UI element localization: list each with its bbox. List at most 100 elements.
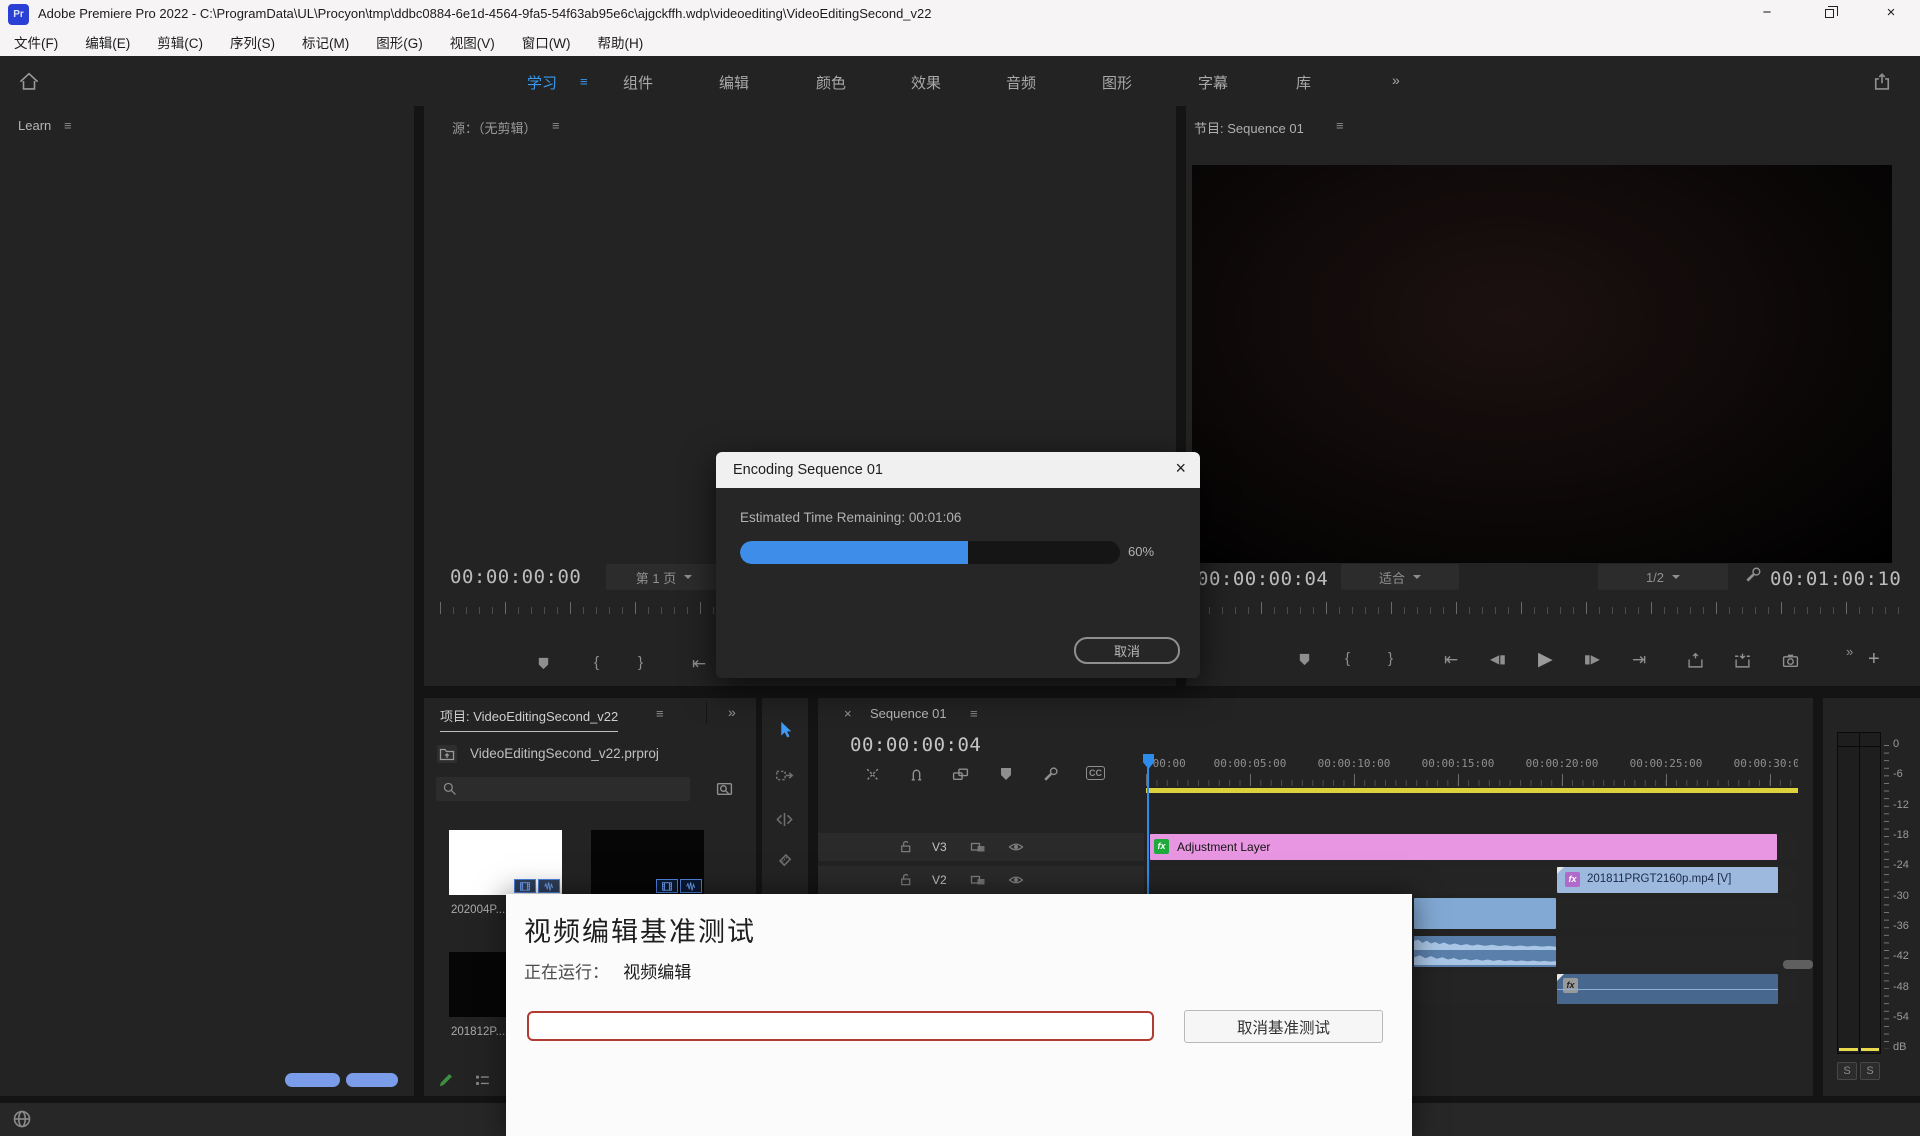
razor-tool-icon[interactable]	[775, 850, 794, 872]
workspace-tab-audio[interactable]: 音频	[1006, 72, 1036, 93]
solo-right-button[interactable]: S	[1860, 1062, 1880, 1080]
add-marker-icon[interactable]	[998, 766, 1014, 782]
step-forward-icon[interactable]: ▮▶	[1584, 652, 1600, 666]
source-go-to-in-icon[interactable]: ⇤	[692, 654, 706, 674]
encoding-cancel-button[interactable]: 取消	[1074, 637, 1180, 664]
go-to-out-icon[interactable]: ⇥	[1632, 650, 1646, 670]
project-item-label[interactable]: 201812P...	[451, 1026, 505, 1038]
solo-left-button[interactable]: S	[1837, 1062, 1857, 1080]
clip-video-v2[interactable]: fx 201811PRGT2160p.mp4 [V]	[1557, 867, 1778, 893]
workspace-tab-learn[interactable]: 学习	[527, 72, 557, 93]
program-mark-in-icon[interactable]: {	[1345, 650, 1350, 667]
captions-cc-icon[interactable]: CC	[1086, 766, 1105, 780]
program-add-marker-icon[interactable]	[1297, 652, 1312, 667]
close-button[interactable]: ×	[1868, 0, 1914, 28]
clip-audio-a2[interactable]: fx	[1557, 974, 1778, 1004]
workspace-overflow-chevron[interactable]: »	[1392, 72, 1400, 88]
lift-icon[interactable]	[1687, 652, 1704, 669]
list-view-icon[interactable]	[474, 1072, 491, 1092]
menu-graphics[interactable]: 图形(G)	[376, 32, 423, 52]
source-mark-in-icon[interactable]: {	[594, 654, 599, 671]
step-back-icon[interactable]: ◀▮	[1490, 652, 1506, 666]
timeline-settings-wrench-icon[interactable]	[1042, 766, 1059, 783]
extract-icon[interactable]	[1734, 652, 1751, 669]
transport-overflow-chevron[interactable]: »	[1846, 644, 1853, 659]
ripple-edit-tool-icon[interactable]	[775, 810, 794, 832]
navigate-up-folder-icon[interactable]	[437, 745, 457, 763]
timeline-tab-close-icon[interactable]: ×	[844, 706, 852, 721]
menu-clip[interactable]: 剪辑(C)	[157, 32, 203, 52]
benchmark-cancel-button[interactable]: 取消基准测试	[1184, 1010, 1383, 1043]
track-output-icon[interactable]	[970, 839, 986, 855]
home-icon[interactable]	[18, 70, 40, 92]
timeline-tab[interactable]: Sequence 01	[870, 706, 947, 721]
track-lock-icon[interactable]	[898, 872, 913, 887]
menu-sequence[interactable]: 序列(S)	[230, 32, 275, 52]
menu-view[interactable]: 视图(V)	[450, 32, 495, 52]
clip-adjustment-layer[interactable]: fx Adjustment Layer	[1150, 834, 1777, 860]
project-search-input[interactable]	[436, 777, 690, 801]
workspace-tab-graphics[interactable]: 图形	[1102, 72, 1132, 93]
pen-edit-icon[interactable]	[437, 1071, 455, 1092]
program-resolution-select[interactable]: 1/2	[1598, 564, 1728, 590]
menu-file[interactable]: 文件(F)	[14, 32, 58, 52]
track-lock-icon[interactable]	[898, 839, 913, 854]
snap-magnet-icon[interactable]	[908, 766, 925, 783]
menu-help[interactable]: 帮助(H)	[597, 32, 643, 52]
source-timecode[interactable]: 00:00:00:00	[450, 566, 581, 588]
track-output-icon[interactable]	[970, 872, 986, 888]
source-mark-out-icon[interactable]: }	[638, 654, 643, 671]
program-zoom-select[interactable]: 适合	[1341, 564, 1459, 590]
menu-edit[interactable]: 编辑(E)	[85, 32, 130, 52]
learn-nav-button-next[interactable]	[346, 1073, 398, 1087]
program-settings-wrench-icon[interactable]	[1744, 566, 1762, 584]
insert-overwrite-icon[interactable]	[864, 766, 881, 783]
track-label-v2[interactable]: V2	[932, 873, 947, 887]
linked-selection-icon[interactable]	[952, 766, 969, 783]
restore-button[interactable]	[1806, 0, 1852, 28]
project-panel-tab[interactable]: 项目: VideoEditingSecond_v22	[440, 706, 618, 732]
menu-marker[interactable]: 标记(M)	[302, 32, 349, 52]
track-eye-icon[interactable]	[1008, 839, 1024, 855]
timeline-ruler[interactable]: :00:00 00:00:05:00 00:00:10:00 00:00:15:…	[1146, 752, 1798, 788]
clip-audio-a1[interactable]	[1414, 936, 1556, 967]
timeline-panel-menu-icon[interactable]: ≡	[970, 706, 978, 721]
project-item-thumbnail-1[interactable]	[449, 830, 562, 895]
workspace-tab-assembly[interactable]: 组件	[623, 72, 653, 93]
program-scrub-ruler[interactable]	[1196, 602, 1910, 614]
project-breadcrumb[interactable]: VideoEditingSecond_v22.prproj	[470, 746, 659, 761]
workspace-tab-libraries[interactable]: 库	[1296, 72, 1311, 93]
workspace-tab-captions[interactable]: 字幕	[1198, 72, 1228, 93]
project-item-thumbnail-2[interactable]	[591, 830, 704, 895]
learn-panel-menu-icon[interactable]: ≡	[64, 118, 72, 133]
timeline-timecode[interactable]: 00:00:00:04	[850, 734, 981, 756]
source-add-marker-icon[interactable]	[536, 656, 551, 671]
selection-tool-icon[interactable]	[775, 720, 795, 743]
clip-video-v1[interactable]	[1414, 898, 1556, 929]
project-item-label[interactable]: 202004P...	[451, 904, 505, 916]
menu-window[interactable]: 窗口(W)	[522, 32, 571, 52]
program-timecode[interactable]: 00:00:00:04	[1197, 568, 1328, 590]
track-label-v3[interactable]: V3	[932, 840, 947, 854]
share-export-icon[interactable]	[1872, 72, 1892, 92]
button-editor-add-icon[interactable]: +	[1868, 648, 1880, 671]
workspace-tab-color[interactable]: 颜色	[816, 72, 846, 93]
track-select-tool-icon[interactable]	[775, 766, 794, 788]
play-icon[interactable]: ▶	[1538, 648, 1553, 671]
program-panel-menu-icon[interactable]: ≡	[1336, 118, 1344, 133]
find-in-bin-icon[interactable]	[716, 780, 733, 797]
workspace-tab-editing[interactable]: 编辑	[719, 72, 749, 93]
export-frame-camera-icon[interactable]	[1782, 652, 1799, 669]
workspace-tab-effects[interactable]: 效果	[911, 72, 941, 93]
program-mark-out-icon[interactable]: }	[1388, 650, 1393, 667]
project-panel-menu-icon[interactable]: ≡	[656, 706, 664, 721]
track-eye-icon[interactable]	[1008, 872, 1024, 888]
go-to-in-icon[interactable]: ⇤	[1444, 650, 1458, 670]
learn-nav-button-prev[interactable]	[285, 1073, 340, 1087]
source-panel-menu-icon[interactable]: ≡	[552, 118, 560, 133]
project-panel-overflow-chevron[interactable]: »	[728, 704, 736, 720]
minimize-button[interactable]: −	[1744, 0, 1790, 28]
source-page-select[interactable]: 第 1 页	[606, 564, 722, 590]
encoding-dialog-close-icon[interactable]: ×	[1175, 458, 1186, 479]
workspace-tab-menu-icon[interactable]: ≡	[580, 74, 588, 89]
